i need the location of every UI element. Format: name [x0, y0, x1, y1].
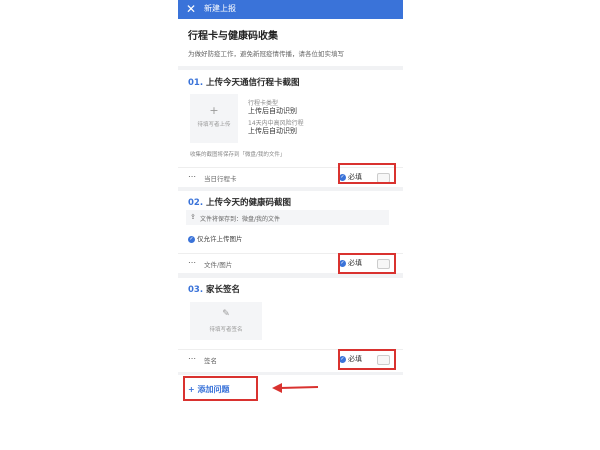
check-icon: ✓ [188, 235, 195, 243]
question-2-title-text: 上传今天的健康码截图 [206, 198, 292, 208]
question-2-title[interactable]: 02. 上传今天的健康码截图 [188, 196, 291, 208]
annotation-arrow [272, 383, 319, 393]
question-1-number: 01. [188, 78, 204, 88]
annotation-box [338, 253, 396, 274]
close-icon[interactable]: ✕ [186, 1, 196, 17]
question-3-title[interactable]: 03. 家长签名 [188, 283, 240, 295]
upload-placeholder[interactable]: + 待填写者上传 [190, 94, 238, 143]
meta-2-value: 上传后自动识别 [248, 127, 297, 135]
signature-label: 待填写者签名 [209, 327, 243, 333]
meta-1-value: 上传后自动识别 [248, 107, 297, 115]
question-2-number: 02. [188, 198, 204, 208]
signature-placeholder[interactable]: ✎ 待填写者签名 [190, 302, 262, 340]
page-title: 新建上报 [204, 4, 236, 13]
more-icon[interactable]: ⋯ [188, 258, 196, 267]
only-images-option[interactable]: ✓ 仅允许上传图片 [188, 233, 243, 243]
annotation-box [338, 349, 396, 370]
save-path-text: 文件将保存到：微盘/我的文件 [200, 216, 281, 223]
only-images-label: 仅允许上传图片 [197, 235, 243, 243]
more-icon[interactable]: ⋯ [188, 354, 196, 363]
question-3-number: 03. [188, 285, 204, 295]
plus-icon: + [209, 104, 219, 117]
annotation-box [183, 376, 258, 401]
question-3-title-text: 家长签名 [206, 285, 241, 295]
annotation-box [338, 163, 396, 184]
form-title[interactable]: 行程卡与健康码收集 [188, 27, 278, 42]
save-path-box: ⇪ 文件将保存到：微盘/我的文件 [186, 210, 389, 225]
pen-icon: ✎ [222, 309, 230, 319]
form-header: 行程卡与健康码收集 为做好防疫工作，避免新冠疫情传播，请各位如实填写 [178, 19, 403, 66]
question-1-title-text: 上传今天通信行程卡截图 [206, 78, 300, 88]
question-type-label[interactable]: 文件/图片 [204, 259, 232, 269]
question-1-title[interactable]: 01. 上传今天通信行程卡截图 [188, 76, 300, 88]
save-note: 收集的截图将保存到「微盘/我的文件」 [190, 152, 286, 158]
form-description[interactable]: 为做好防疫工作，避免新冠疫情传播，请各位如实填写 [188, 48, 398, 58]
upload-icon: ⇪ [190, 213, 196, 221]
top-bar: ✕ 新建上报 [178, 0, 403, 19]
question-type-label[interactable]: 签名 [204, 355, 217, 365]
question-type-label[interactable]: 当日行程卡 [204, 173, 237, 183]
more-icon[interactable]: ⋯ [188, 172, 196, 181]
phone-screen: ✕ 新建上报 行程卡与健康码收集 为做好防疫工作，避免新冠疫情传播，请各位如实填… [178, 0, 403, 410]
upload-label: 待填写者上传 [197, 122, 231, 128]
